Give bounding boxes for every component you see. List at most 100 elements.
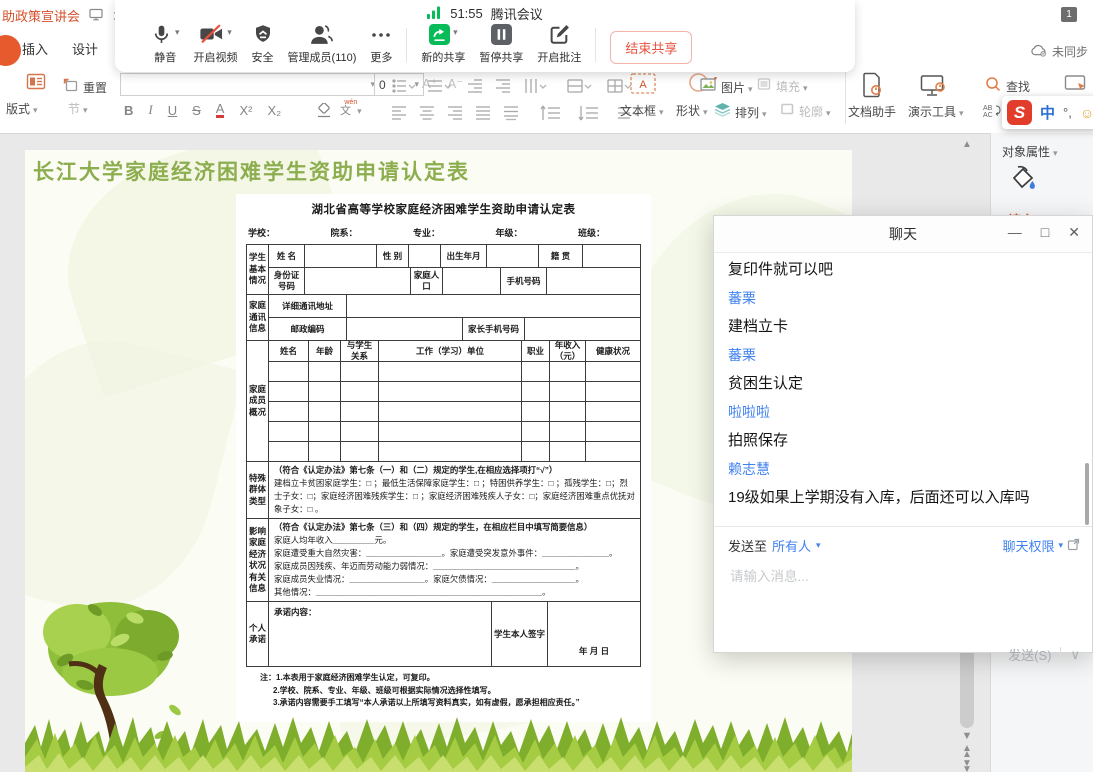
textbox-button[interactable]: 文本框 — [620, 102, 664, 119]
ime-bar[interactable]: S 中 °, ☺ — [1002, 96, 1093, 129]
pinyin-guide-button[interactable]: wén 文 — [340, 99, 362, 117]
family-cell — [586, 402, 640, 421]
present-tools-icon[interactable] — [920, 74, 946, 103]
tab-insert[interactable]: 插入 — [22, 39, 48, 58]
paragraph-icons-row2[interactable] — [392, 104, 644, 127]
ime-logo[interactable]: S — [1007, 100, 1032, 125]
find-label: 查找 — [1006, 78, 1030, 95]
monitor-icon[interactable] — [89, 8, 103, 24]
send-button[interactable]: 发送(S) — [1008, 645, 1051, 664]
mute-dropdown-icon[interactable]: ▾ — [175, 27, 180, 38]
format-glyph-button[interactable]: B — [124, 103, 133, 118]
video-dropdown-icon[interactable]: ▾ — [227, 27, 232, 38]
format-glyph-button[interactable]: U — [168, 103, 177, 118]
family-empty-row — [269, 382, 640, 402]
outline-button[interactable]: 轮廓 — [780, 102, 831, 121]
field-label: 家长手机号码 — [463, 318, 525, 340]
family-cell — [341, 422, 379, 441]
field-label: 身份证号码 — [269, 268, 305, 294]
paragraph-icons-row1[interactable] — [392, 77, 644, 100]
scrollbar-up-arrow[interactable]: ▲ — [959, 140, 975, 150]
ellipsis-icon — [370, 26, 392, 44]
doc-assistant-icon[interactable] — [861, 72, 883, 103]
layout-icon[interactable] — [26, 72, 46, 97]
format-glyph-button[interactable]: A — [216, 102, 225, 118]
meeting-toolbar: 51:55 腾讯会议 ▾ 静音 ▾ 开启视 — [115, 0, 855, 72]
eraser-icon[interactable] — [316, 103, 332, 124]
chat-input[interactable] — [728, 563, 1072, 615]
chat-message-list[interactable]: 复印件就可以吧蕃栗建档立卡蕃栗贫困生认定啦啦啦拍照保存赖志慧19级如果上学期没有… — [714, 253, 1092, 525]
sync-status[interactable]: 未同步 — [1030, 43, 1088, 60]
chat-permission-selector[interactable]: 聊天权限 — [1002, 536, 1054, 555]
scrollbar-down-arrow[interactable]: ▼ — [959, 731, 975, 742]
maximize-icon[interactable]: □ — [1041, 225, 1049, 239]
family-cell — [522, 402, 550, 421]
permission-dropdown-icon[interactable]: ▾ — [1058, 540, 1063, 551]
family-cell — [269, 402, 309, 421]
send-to-selector[interactable]: 所有人 — [772, 536, 811, 555]
send-options-icon[interactable]: ∨ — [1070, 647, 1080, 663]
economic-info-line: 家庭成员失业情况：＿＿＿＿＿＿＿＿＿。家庭欠债情况：＿＿＿＿＿＿＿＿＿＿。 — [274, 573, 635, 586]
more-button[interactable]: 更多 — [370, 24, 392, 65]
end-share-button[interactable]: 结束共享 — [610, 31, 692, 64]
form-top-field: 院系： — [330, 226, 357, 239]
video-button[interactable]: ▾ 开启视频 — [194, 24, 238, 65]
format-glyph-button[interactable]: X² — [239, 103, 252, 118]
fill-button[interactable]: 填充 — [757, 77, 808, 96]
arrange-button[interactable]: 排列 — [714, 102, 767, 122]
format-glyph-button[interactable]: X₂ — [267, 103, 281, 118]
find-button[interactable]: 查找 — [985, 76, 1030, 97]
share-dropdown-icon[interactable]: ▾ — [453, 27, 458, 38]
close-icon[interactable]: ✕ — [1068, 225, 1080, 239]
family-empty-row — [269, 402, 640, 422]
manage-members-button[interactable]: 管理成员(110) — [288, 24, 357, 65]
section-button[interactable]: 节 — [68, 100, 88, 117]
paint-bucket-icon[interactable] — [1008, 164, 1038, 201]
chat-message: 拍照保存 — [728, 433, 1078, 450]
picture-button[interactable]: 图片 — [700, 77, 753, 97]
field-blank — [583, 245, 640, 267]
shape-button[interactable]: 形状 — [676, 102, 708, 119]
screen: 助政策宣讲会 ✕ 1 插入 设计 未同步 版式 重置 节 ▾ 0▾ A⁺A⁻ — [0, 0, 1093, 772]
security-button[interactable]: 安全 — [252, 24, 274, 65]
pause-share-button[interactable]: 暂停共享 — [479, 24, 523, 65]
section-label: 家庭成员概况 — [247, 341, 269, 461]
field-blank — [487, 245, 539, 267]
previous-slide-button[interactable]: ▲▲ — [959, 746, 975, 757]
ime-punct-toggle[interactable]: °, — [1063, 105, 1072, 120]
new-share-button[interactable]: ▾ 新的共享 — [421, 24, 465, 65]
family-cell — [522, 362, 550, 381]
replace-icon: ABAC — [983, 102, 1001, 123]
send-to-dropdown-icon[interactable]: ▾ — [816, 540, 821, 551]
picture-icon — [700, 77, 717, 97]
document-tab[interactable]: 助政策宣讲会 ✕ — [2, 6, 124, 25]
doc-assistant-button[interactable]: 文档助手 — [848, 103, 896, 120]
font-name-combo[interactable]: ▾ — [120, 73, 380, 96]
pause-icon — [491, 24, 512, 50]
reset-button[interactable]: 重置 — [62, 77, 107, 98]
reset-icon — [62, 77, 78, 98]
microphone-icon — [151, 24, 172, 50]
present-tools-button[interactable]: 演示工具 — [908, 103, 964, 120]
pop-out-icon[interactable] — [1067, 538, 1080, 554]
application-form[interactable]: 湖北省高等学校家庭经济困难学生资助申请认定表 学校：院系：专业：年级：班级： 学… — [236, 194, 651, 722]
ime-emoji-icon[interactable]: ☺ — [1080, 105, 1093, 121]
textbox-icon[interactable]: A — [630, 73, 656, 99]
scrollbar-thumb[interactable] — [960, 648, 974, 728]
mute-button[interactable]: ▾ 静音 — [151, 24, 180, 65]
format-glyph-button[interactable]: S — [192, 103, 201, 118]
economic-info-line: 家庭遭受重大自然灾害：＿＿＿＿＿＿＿＿＿。家庭遭受突发意外事件：＿＿＿＿＿＿＿＿… — [274, 547, 635, 560]
chat-scrollbar-thumb[interactable] — [1085, 463, 1089, 525]
tab-design[interactable]: 设计 — [72, 39, 98, 58]
format-glyph-button[interactable]: I — [148, 102, 152, 118]
ime-mode-toggle[interactable]: 中 — [1040, 102, 1055, 123]
annotate-button[interactable]: 开启批注 — [537, 24, 581, 65]
layout-button[interactable]: 版式 — [6, 100, 38, 117]
slide-title[interactable]: 长江大学家庭经济困难学生资助申请认定表 — [33, 156, 470, 186]
minimize-icon[interactable]: — — [1008, 225, 1022, 239]
pledge-content-label: 承诺内容： — [269, 602, 492, 666]
family-cell — [586, 442, 640, 461]
object-properties-title[interactable]: 对象属性 — [1002, 143, 1058, 160]
next-slide-button[interactable]: ▼▼ — [959, 761, 975, 772]
family-empty-row — [269, 422, 640, 442]
